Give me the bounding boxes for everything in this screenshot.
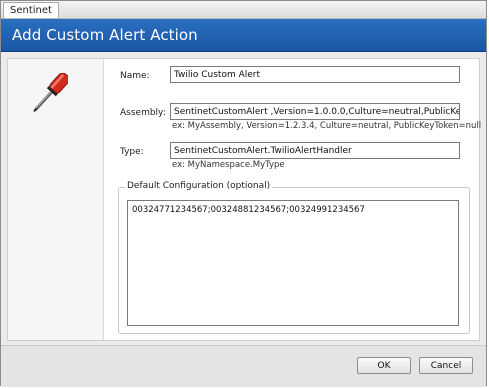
assembly-hint: ex: MyAssembly, Version=1.2.3.4, Culture… <box>172 121 482 131</box>
default-configuration-legend: Default Configuration (optional) <box>125 181 273 191</box>
default-configuration-group: Default Configuration (optional) 0032477… <box>118 181 470 334</box>
dialog-footer: OK Cancel <box>1 345 486 387</box>
type-label: Type: <box>120 147 144 157</box>
assembly-label: Assembly: <box>120 108 166 118</box>
default-configuration-textarea[interactable]: 00324771234567;00324881234567;0032499123… <box>127 200 459 326</box>
name-label: Name: <box>120 71 150 81</box>
window-titlebar: Sentinet <box>1 1 486 19</box>
cancel-button[interactable]: Cancel <box>419 357 473 374</box>
icon-panel <box>8 59 104 340</box>
dialog-header: Add Custom Alert Action <box>1 19 486 52</box>
app-tab[interactable]: Sentinet <box>3 2 59 18</box>
dialog-title: Add Custom Alert Action <box>12 26 198 44</box>
type-hint: ex: MyNamespace.MyType <box>172 160 285 170</box>
ok-button[interactable]: OK <box>357 357 411 374</box>
screwdriver-icon <box>33 73 68 113</box>
assembly-field[interactable]: SentinetCustomAlert ,Version=1.0.0.0,Cul… <box>170 103 460 120</box>
type-field[interactable]: SentinetCustomAlert.TwilioAlertHandler <box>170 142 460 159</box>
dialog-content: Name: Twilio Custom Alert Assembly: Sent… <box>7 58 482 341</box>
dialog-window: Sentinet Add Custom Alert Action Name: T… <box>0 0 487 387</box>
name-field[interactable]: Twilio Custom Alert <box>170 66 460 83</box>
